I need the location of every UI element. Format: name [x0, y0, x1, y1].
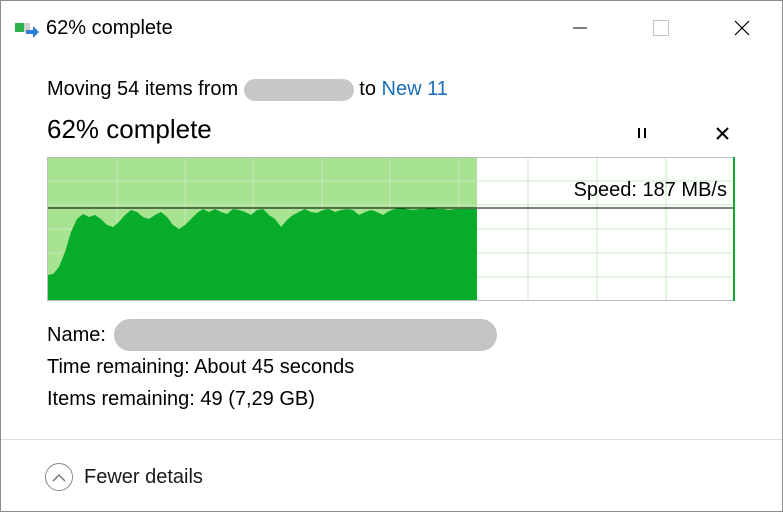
- detail-time-row: Time remaining: About 45 seconds: [47, 356, 354, 379]
- destination-link[interactable]: New 11: [382, 78, 448, 100]
- cancel-button[interactable]: [707, 119, 737, 147]
- detail-items-row: Items remaining: 49 (7,29 GB): [47, 388, 315, 411]
- speed-label: Speed: 187 MB/s: [573, 179, 727, 201]
- items-remaining-value: 49 (7,29 GB): [200, 388, 315, 410]
- fewer-details-toggle[interactable]: Fewer details: [45, 461, 203, 493]
- items-remaining-label: Items remaining:: [47, 388, 195, 410]
- window-title: 62% complete: [46, 17, 173, 39]
- time-remaining-label: Time remaining:: [47, 356, 190, 378]
- transfer-summary-to: to: [359, 78, 376, 100]
- title-bar[interactable]: 62% complete: [1, 1, 782, 57]
- minimize-button[interactable]: [550, 1, 610, 55]
- close-button[interactable]: [712, 1, 772, 55]
- detail-name-row: Name:: [47, 324, 106, 347]
- name-label: Name:: [47, 324, 106, 346]
- file-move-icon: [15, 23, 39, 38]
- minimize-icon: [573, 27, 587, 29]
- pause-button[interactable]: [627, 119, 657, 147]
- maximize-icon: [653, 20, 669, 36]
- time-remaining-value: About 45 seconds: [194, 356, 355, 378]
- footer-separator: [1, 439, 782, 440]
- file-operation-dialog: 62% complete Moving 54 items from to New…: [0, 0, 783, 512]
- chevron-up-circle: [45, 463, 73, 491]
- redacted-source-folder: [243, 78, 354, 101]
- transfer-summary: Moving 54 items from to New 11: [47, 78, 448, 101]
- transfer-summary-prefix: Moving 54 items from: [47, 78, 239, 100]
- close-icon: [734, 20, 750, 36]
- redacted-file-name: [114, 319, 497, 351]
- progress-title: 62% complete: [47, 114, 212, 144]
- fewer-details-label: Fewer details: [84, 465, 203, 488]
- pause-icon: [638, 128, 646, 138]
- chevron-up-icon: [52, 473, 66, 481]
- cancel-icon: [715, 126, 729, 140]
- maximize-button[interactable]: [631, 1, 691, 55]
